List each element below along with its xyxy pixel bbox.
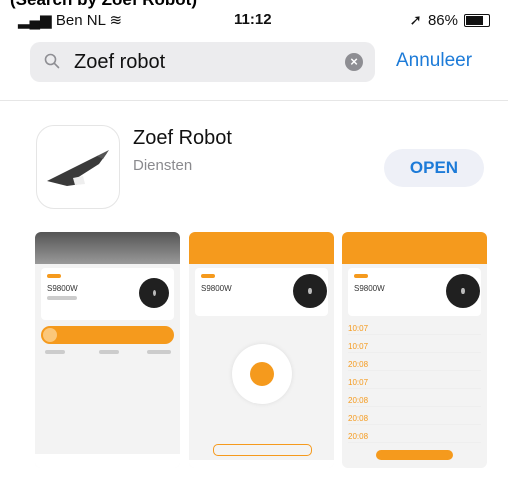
device-tag <box>47 274 61 278</box>
app-screenshot-1[interactable]: S9800W <box>35 232 180 468</box>
schedule-time[interactable]: 10:07 <box>348 378 481 389</box>
battery-percent: 86% <box>427 11 458 29</box>
robot-image <box>293 274 327 308</box>
app-screenshot-3[interactable]: S9800W 10:07 10:07 20:08 10:07 20:08 20:… <box>342 232 487 468</box>
schedule-time[interactable]: 10:07 <box>348 342 481 353</box>
device-card: S9800W <box>348 268 481 316</box>
search-query[interactable]: Zoef robot <box>74 51 165 74</box>
signal-icon: ▂▄▆ <box>18 12 52 29</box>
center-button[interactable] <box>250 362 274 386</box>
app-name[interactable]: Zoef Robot <box>133 127 232 150</box>
screenshot-header <box>189 232 334 264</box>
placeholder-line <box>47 296 77 300</box>
screenshot-header <box>342 232 487 264</box>
schedule-time[interactable]: 20:08 <box>348 360 481 371</box>
schedule-time[interactable]: 20:08 <box>348 432 481 443</box>
device-card: S9800W <box>195 268 328 316</box>
device-card: S9800W <box>41 268 174 320</box>
mode-pill[interactable] <box>213 444 312 456</box>
location-icon: ➚ <box>409 12 422 29</box>
status-bar: ▂▄▆ Ben NL ≋ 11:12 ➚ 86% <box>0 8 508 34</box>
tab-bar <box>189 460 334 468</box>
direction-pad[interactable] <box>232 344 292 404</box>
schedule-time[interactable]: 20:08 <box>348 414 481 425</box>
model-label: S9800W <box>201 284 232 293</box>
control-bar[interactable] <box>41 326 174 344</box>
app-icon[interactable] <box>36 125 120 209</box>
search-icon <box>44 53 60 69</box>
model-label: S9800W <box>354 284 385 293</box>
control-label <box>99 350 119 354</box>
cancel-button[interactable]: Annuleer <box>396 50 472 72</box>
robot-image <box>139 278 169 308</box>
app-category: Diensten <box>133 157 193 174</box>
start-icon[interactable] <box>43 328 57 342</box>
battery-icon <box>464 13 490 27</box>
clear-icon[interactable]: × <box>345 53 363 71</box>
schedule-time[interactable]: 20:08 <box>348 396 481 407</box>
battery-fill <box>466 15 483 25</box>
wifi-icon: ≋ <box>109 12 123 29</box>
robot-arm-icon <box>47 150 109 186</box>
search-input[interactable]: Zoef robot × <box>30 42 375 82</box>
carrier: ▂▄▆ Ben NL ≋ <box>18 11 122 29</box>
add-schedule-button[interactable] <box>376 450 453 460</box>
model-label: S9800W <box>47 284 78 293</box>
schedule-time[interactable]: 10:07 <box>348 324 481 335</box>
robot-image <box>446 274 480 308</box>
device-tag <box>354 274 368 278</box>
open-button[interactable]: OPEN <box>384 149 484 187</box>
control-label <box>45 350 65 354</box>
divider <box>0 100 508 101</box>
screenshot-header <box>35 232 180 264</box>
app-screenshot-2[interactable]: S9800W <box>189 232 334 468</box>
control-label <box>147 350 171 354</box>
device-tag <box>201 274 215 278</box>
tab-bar <box>35 454 180 468</box>
clock: 11:12 <box>234 11 272 28</box>
search-row: Zoef robot × Annuleer <box>30 42 490 82</box>
status-right: ➚ 86% <box>409 11 490 29</box>
carrier-label: Ben NL <box>55 12 106 29</box>
